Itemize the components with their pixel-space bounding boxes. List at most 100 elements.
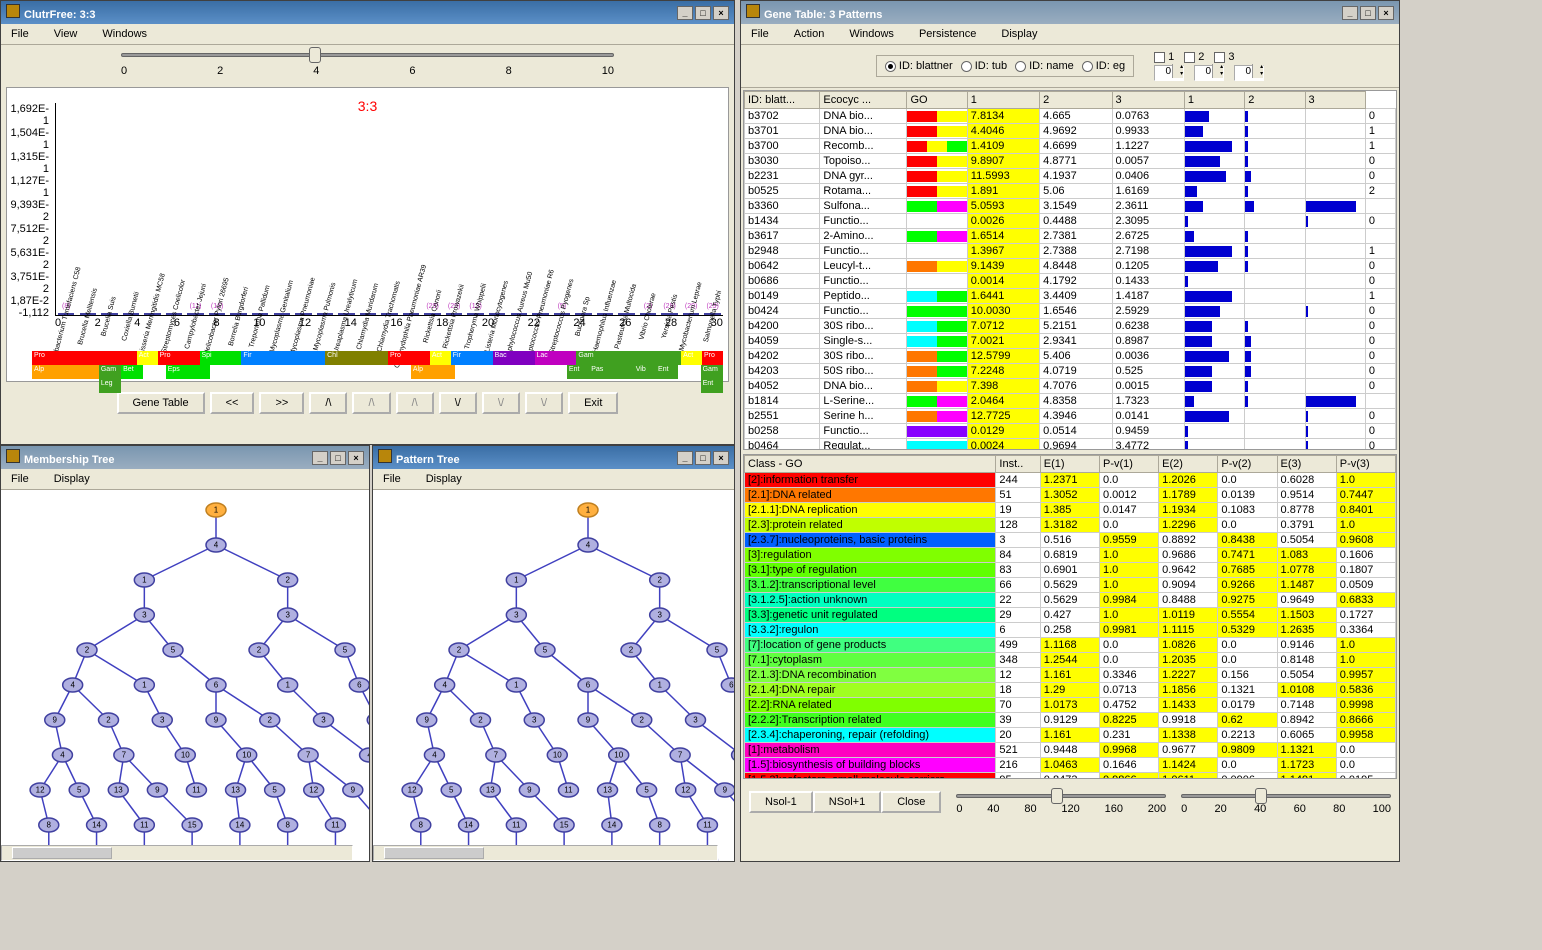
check-2[interactable]: 2 [1184, 51, 1204, 63]
btn-nsol-1[interactable]: Nsol-1 [749, 791, 813, 813]
menu-file[interactable]: File [746, 26, 774, 42]
minimize-icon[interactable]: _ [312, 451, 328, 465]
table-row[interactable]: b4052DNA bio... 7.3984.70760.0015 0 [745, 379, 1396, 394]
table-row[interactable]: [3.1]:type of regulation 830.69011.00.96… [745, 563, 1396, 578]
table-row[interactable]: b3030Topoiso... 9.89074.87710.0057 0 [745, 154, 1396, 169]
table-row[interactable]: b0424Functio... 10.00301.65462.5929 0 [745, 304, 1396, 319]
table-row[interactable]: b3360Sulfona... 5.05933.15492.3611 [745, 199, 1396, 214]
col-header[interactable]: 3 [1305, 92, 1365, 109]
scrollbar-h[interactable] [373, 845, 718, 861]
btn-close[interactable]: Close [881, 791, 941, 813]
table-row[interactable]: [2.1.4]:DNA repair 181.290.07131.18560.1… [745, 683, 1396, 698]
table-row[interactable]: b1814L-Serine... 2.04644.83581.7323 [745, 394, 1396, 409]
col-header[interactable]: 2 [1040, 92, 1112, 109]
table-row[interactable]: [3.1.2.5]:action unknown 220.56290.99840… [745, 593, 1396, 608]
table-row[interactable]: [7]:location of gene products 4991.11680… [745, 638, 1396, 653]
col-header[interactable]: P-v(1) [1099, 456, 1158, 473]
menu-windows[interactable]: Windows [844, 26, 899, 42]
table-row[interactable]: [3]:regulation 840.68191.00.96860.74711.… [745, 548, 1396, 563]
table-row[interactable]: [1]:metabolism 5210.94480.99680.96770.98… [745, 743, 1396, 758]
slider-thumb[interactable] [1255, 788, 1267, 804]
radio-ID--blattner[interactable]: ID: blattner [885, 60, 953, 72]
table-row[interactable]: [2.3.7]:nucleoproteins, basic proteins 3… [745, 533, 1396, 548]
pattern-titlebar[interactable]: Pattern Tree _□× [373, 446, 734, 469]
table-row[interactable]: b420030S ribo... 7.07125.21510.6238 0 [745, 319, 1396, 334]
col-header[interactable]: P-v(3) [1336, 456, 1395, 473]
table-row[interactable]: [1.5.3]:cofactors, small molecule carrie… [745, 773, 1396, 780]
membership-tree-canvas[interactable]: 1412332525416169239231047101074125139111… [1, 490, 369, 861]
check-3[interactable]: 3 [1214, 51, 1234, 63]
menu-persistence[interactable]: Persistence [914, 26, 981, 42]
slider-thumb[interactable] [1051, 788, 1063, 804]
down-button-2[interactable]: \/ [482, 392, 520, 414]
go-class-table[interactable]: Class - GOInst..E(1)P-v(1)E(2)P-v(2)E(3)… [743, 454, 1397, 779]
col-header[interactable]: E(1) [1040, 456, 1099, 473]
col-header[interactable]: 2 [1245, 92, 1305, 109]
scrollbar-h[interactable] [1, 845, 353, 861]
menu-action[interactable]: Action [789, 26, 830, 42]
menu-file[interactable]: File [6, 471, 34, 487]
col-header[interactable]: E(2) [1159, 456, 1218, 473]
radio-ID--eg[interactable]: ID: eg [1082, 60, 1125, 72]
col-header[interactable]: Ecocyc ... [820, 92, 907, 109]
table-row[interactable]: b2551Serine h... 12.77254.39460.0141 0 [745, 409, 1396, 424]
menu-display[interactable]: Display [49, 471, 95, 487]
menu-file[interactable]: File [378, 471, 406, 487]
top-slider[interactable]: 0246810 [1, 45, 734, 85]
minimize-icon[interactable]: _ [1342, 6, 1358, 20]
col-header[interactable]: Inst.. [996, 456, 1040, 473]
table-row[interactable]: [2.3]:protein related 1281.31820.01.2296… [745, 518, 1396, 533]
menu-display[interactable]: Display [421, 471, 467, 487]
up-button-3[interactable]: /\ [396, 392, 434, 414]
clutr-titlebar[interactable]: ClutrFree: 3:3 _ □ × [1, 1, 734, 24]
btn-nsol+1[interactable]: NSol+1 [813, 791, 881, 813]
table-row[interactable]: b4059Single-s... 7.00212.93410.8987 0 [745, 334, 1396, 349]
maximize-icon[interactable]: □ [695, 451, 711, 465]
table-row[interactable]: [2.2]:RNA related 701.01730.47521.14330.… [745, 698, 1396, 713]
menu-windows[interactable]: Windows [97, 26, 152, 42]
exit-button[interactable]: Exit [568, 392, 618, 414]
col-header[interactable]: 1 [967, 92, 1039, 109]
pattern-tree-canvas[interactable]: 1412332525416169239231047101074125139111… [373, 490, 734, 861]
close-icon[interactable]: × [348, 451, 364, 465]
radio-ID--name[interactable]: ID: name [1015, 60, 1074, 72]
table-row[interactable]: b0149Peptido... 1.64413.44091.4187 1 [745, 289, 1396, 304]
slider-thumb[interactable] [309, 47, 321, 63]
table-row[interactable]: b3701DNA bio... 4.40464.96920.9933 1 [745, 124, 1396, 139]
col-header[interactable]: 1 [1184, 92, 1244, 109]
col-header[interactable]: 3 [1112, 92, 1184, 109]
spinner-2[interactable]: 0 [1234, 65, 1264, 81]
table-row[interactable]: [3.3]:genetic unit regulated 290.4271.01… [745, 608, 1396, 623]
col-header[interactable]: GO [907, 92, 967, 109]
table-row[interactable]: b1434Functio... 0.00260.44882.3095 0 [745, 214, 1396, 229]
table-row[interactable]: b3700Recomb... 1.41094.66991.1227 1 [745, 139, 1396, 154]
col-header[interactable]: Class - GO [745, 456, 996, 473]
table-row[interactable]: [2.1.1]:DNA replication 191.3850.01471.1… [745, 503, 1396, 518]
close-icon[interactable]: × [713, 6, 729, 20]
check-1[interactable]: 1 [1154, 51, 1174, 63]
table-row[interactable]: [7.1]:cytoplasm 3481.25440.01.20350.00.8… [745, 653, 1396, 668]
table-row[interactable]: [2]:information transfer 2441.23710.01.2… [745, 473, 1396, 488]
gene-data-table[interactable]: ID: blatt...Ecocyc ...GO123123 b3702DNA … [743, 90, 1397, 450]
table-row[interactable]: b0464Regulat... 0.00240.96943.4772 0 [745, 439, 1396, 451]
col-header[interactable]: E(3) [1277, 456, 1336, 473]
minimize-icon[interactable]: _ [677, 6, 693, 20]
down-button-3[interactable]: \/ [525, 392, 563, 414]
table-row[interactable]: b3702DNA bio... 7.81344.6650.0763 0 [745, 109, 1396, 124]
table-row[interactable]: [3.3.2]:regulon 60.2580.99811.11150.5329… [745, 623, 1396, 638]
close-icon[interactable]: × [713, 451, 729, 465]
menu-view[interactable]: View [49, 26, 83, 42]
table-row[interactable]: [2.3.4]:chaperoning, repair (refolding) … [745, 728, 1396, 743]
table-row[interactable]: [2.1]:DNA related 511.30520.00121.17890.… [745, 488, 1396, 503]
scrollbar-thumb[interactable] [12, 847, 112, 859]
table-row[interactable]: b2231DNA gyr... 11.59934.19370.0406 0 [745, 169, 1396, 184]
menu-display[interactable]: Display [996, 26, 1042, 42]
spinner-1[interactable]: 0 [1194, 65, 1224, 81]
scrollbar-thumb[interactable] [384, 847, 484, 859]
table-row[interactable]: [1.5]:biosynthesis of building blocks 21… [745, 758, 1396, 773]
table-row[interactable]: [3.1.2]:transcriptional level 660.56291.… [745, 578, 1396, 593]
table-row[interactable]: b0642Leucyl-t... 9.14394.84480.1205 0 [745, 259, 1396, 274]
maximize-icon[interactable]: □ [330, 451, 346, 465]
prev-button[interactable]: << [210, 392, 255, 414]
table-row[interactable]: b0525Rotama... 1.8915.061.6169 2 [745, 184, 1396, 199]
